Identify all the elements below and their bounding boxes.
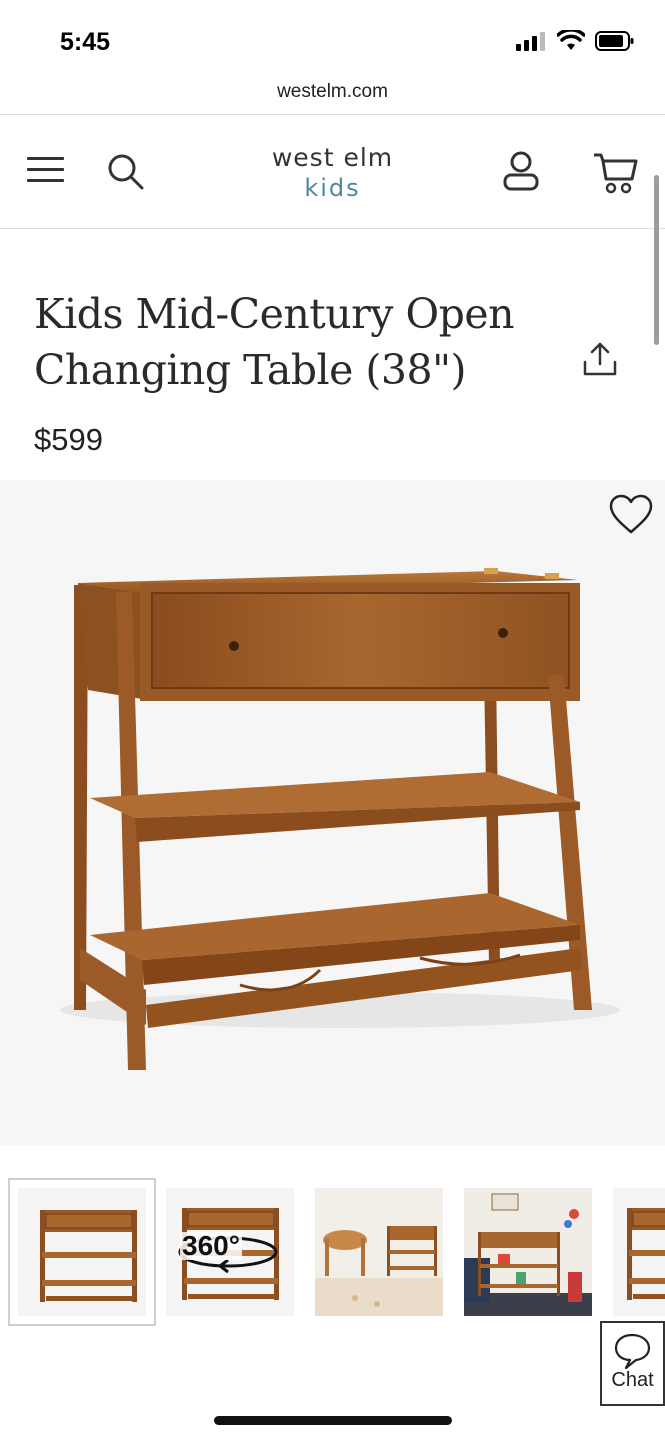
product-price: $599 bbox=[34, 422, 103, 457]
room-scene-bassinet-thumb bbox=[315, 1188, 443, 1316]
url-text: westelm.com bbox=[277, 81, 388, 102]
site-header: west elm kids bbox=[0, 114, 665, 229]
changing-table-illustration bbox=[60, 568, 620, 1070]
brand-logo[interactable]: west elm kids bbox=[0, 143, 665, 203]
thumbnail-strip: 360° bbox=[0, 1178, 665, 1328]
chat-label: Chat bbox=[611, 1369, 654, 1391]
thumbnail-5[interactable] bbox=[613, 1188, 665, 1316]
account-icon[interactable] bbox=[501, 151, 541, 191]
product-hero-image[interactable] bbox=[0, 480, 665, 1145]
url-bar[interactable]: westelm.com bbox=[0, 74, 665, 114]
chat-bubble-icon bbox=[614, 1333, 651, 1370]
home-indicator[interactable] bbox=[214, 1416, 452, 1425]
changing-table-thumb-icon bbox=[40, 1210, 137, 1302]
brand-main: west elm bbox=[271, 143, 394, 172]
thumbnail-2[interactable]: 360° bbox=[166, 1188, 294, 1316]
status-time: 5:45 bbox=[60, 28, 111, 56]
product-title-line1: Kids Mid-Century Open bbox=[34, 290, 515, 338]
thumbnail-1-image bbox=[18, 1188, 146, 1316]
changing-table-thumb-icon bbox=[627, 1208, 665, 1300]
status-icons bbox=[515, 30, 635, 52]
status-bar: 5:45 bbox=[0, 0, 665, 80]
product-title-line2: Changing Table (38") bbox=[34, 346, 466, 394]
brand-sub: kids bbox=[304, 174, 361, 202]
wifi-icon bbox=[557, 30, 585, 50]
share-icon[interactable] bbox=[580, 340, 620, 380]
room-scene-toys-thumb bbox=[464, 1188, 592, 1316]
scrollbar[interactable] bbox=[654, 175, 659, 345]
thumbnail-1[interactable] bbox=[8, 1178, 156, 1326]
product-title: Kids Mid-Century Open Changing Table (38… bbox=[34, 286, 554, 398]
signal-icon bbox=[516, 32, 545, 51]
cart-icon[interactable] bbox=[592, 151, 640, 195]
chat-button[interactable]: Chat bbox=[600, 1321, 665, 1406]
rotate-360-label: 360° bbox=[180, 1230, 242, 1261]
thumbnail-4[interactable] bbox=[464, 1188, 592, 1316]
favorite-heart-icon[interactable] bbox=[608, 493, 654, 535]
battery-icon bbox=[595, 31, 634, 51]
thumbnail-3[interactable] bbox=[315, 1188, 443, 1316]
